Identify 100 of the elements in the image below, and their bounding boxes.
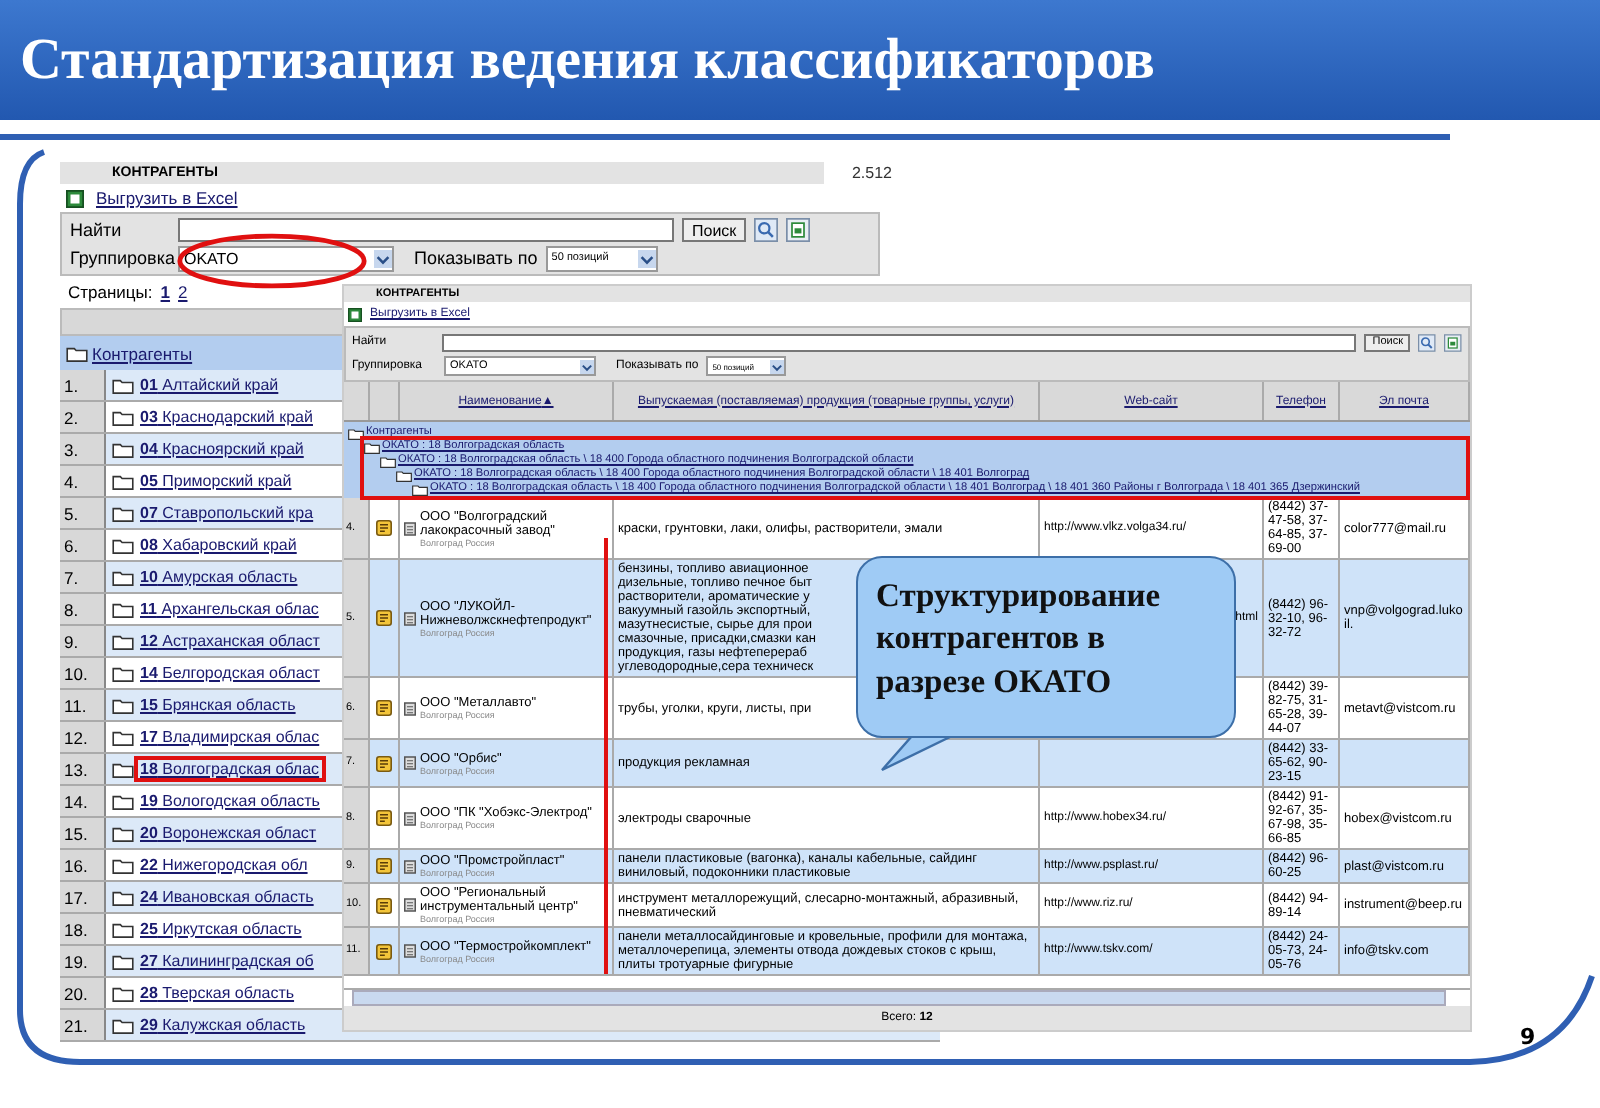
region-link[interactable]: 11 Архангельская облас: [138, 600, 321, 618]
page-link[interactable]: 2: [178, 282, 188, 302]
folder-icon: [112, 761, 134, 777]
edit-icon[interactable]: [376, 520, 392, 536]
caret-icon: [374, 249, 392, 267]
region-link[interactable]: 07 Ставропольский кра: [138, 504, 316, 522]
slide-title: Стандартизация ведения классификаторов: [20, 27, 1155, 93]
row-number: 18.: [60, 914, 104, 944]
row-number: 5.: [60, 498, 104, 528]
search-field[interactable]: [178, 218, 674, 242]
region-link[interactable]: 14 Белгородская област: [138, 664, 322, 682]
folder-icon: [112, 473, 134, 489]
row-number: 14.: [60, 786, 104, 816]
document-icon[interactable]: [404, 756, 416, 770]
folder-icon: [112, 953, 134, 969]
page-link[interactable]: 1: [160, 282, 171, 302]
spreadsheet-icon[interactable]: [66, 189, 84, 207]
document-icon[interactable]: [404, 944, 416, 958]
row-number: 20.: [60, 978, 104, 1008]
field-label: Найти: [70, 220, 124, 240]
region-link[interactable]: 27 Калининградская об: [138, 952, 316, 970]
folder-icon: [112, 377, 134, 393]
edit-icon[interactable]: [376, 943, 392, 959]
folder-icon: [112, 505, 134, 521]
page-number: 9: [1520, 1024, 1536, 1050]
region-link[interactable]: 28 Тверская область: [138, 984, 297, 1002]
region-link[interactable]: 22 Нижегородская обл: [138, 856, 310, 874]
row-number: 6.: [60, 530, 104, 560]
folder-icon: [112, 409, 134, 425]
edit-icon[interactable]: [376, 700, 392, 716]
region-link[interactable]: 15 Брянская область: [138, 696, 298, 714]
folder-icon: [112, 633, 134, 649]
search-button[interactable]: Поиск: [682, 218, 747, 242]
edit-icon[interactable]: [376, 755, 392, 771]
field-label: Показывать по: [414, 248, 538, 268]
row-number: 10.: [60, 658, 104, 688]
row-number: 19.: [60, 946, 104, 976]
folder-icon: [112, 441, 134, 457]
folder-icon: [112, 729, 134, 745]
document-icon[interactable]: [404, 701, 416, 715]
region-link[interactable]: 19 Вологодская область: [138, 792, 322, 810]
region-link[interactable]: 05 Приморский край: [138, 472, 294, 490]
edit-icon[interactable]: [376, 858, 392, 874]
folder-icon: [112, 665, 134, 681]
caret-icon: [637, 249, 656, 267]
edit-icon[interactable]: [376, 897, 392, 913]
folder-icon: [112, 889, 134, 905]
region-link[interactable]: 04 Красноярский край: [138, 440, 306, 458]
search-field[interactable]: [441, 333, 1357, 351]
caret-icon: [580, 359, 594, 373]
row-number: 15.: [60, 818, 104, 848]
save-icon[interactable]: [786, 218, 811, 242]
callout-text: Структурирование контрагентов в разрезе ОКАТО: [876, 574, 1163, 703]
region-link[interactable]: 12 Астраханская област: [138, 632, 322, 650]
folder-icon: [112, 537, 134, 553]
document-icon[interactable]: [404, 811, 416, 825]
document-icon[interactable]: [404, 898, 416, 912]
region-link[interactable]: 29 Калужская область: [138, 1016, 308, 1034]
region-link[interactable]: 10 Амурская область: [138, 568, 300, 586]
spreadsheet-icon[interactable]: [348, 307, 362, 321]
folder-icon: [112, 569, 134, 585]
document-icon[interactable]: [404, 859, 416, 873]
region-link[interactable]: 17 Владимирская облас: [138, 728, 322, 746]
folder-icon: [112, 857, 134, 873]
field-label: Группировка: [70, 248, 170, 268]
folder-icon: [112, 697, 134, 713]
magnifier-icon[interactable]: [1418, 333, 1437, 351]
row-number: 12.: [60, 722, 104, 752]
folder-icon: [112, 985, 134, 1001]
folder-icon: [66, 345, 88, 361]
magnifier-icon[interactable]: [754, 218, 779, 242]
tree-root-link[interactable]: Контрагенты: [92, 343, 193, 363]
record-count: 2.512: [851, 163, 894, 181]
edit-icon[interactable]: [376, 610, 392, 626]
region-link[interactable]: 18 Волгоградская облас: [138, 760, 322, 778]
row-number: 21.: [60, 1010, 104, 1040]
row-number: 3.: [60, 434, 104, 464]
region-link[interactable]: 24 Ивановская область: [138, 888, 316, 906]
document-icon[interactable]: [404, 611, 416, 625]
row-number: 4.: [60, 466, 104, 496]
horizontal-scrollbar[interactable]: [352, 990, 1446, 1006]
save-icon[interactable]: [1444, 333, 1462, 351]
region-link[interactable]: 01 Алтайский край: [138, 376, 281, 394]
row-number: 16.: [60, 850, 104, 880]
folder-icon: [112, 793, 134, 809]
row-number: 2.: [60, 402, 104, 432]
region-link[interactable]: 03 Краснодарский край: [138, 408, 315, 426]
region-link[interactable]: 25 Иркутская область: [138, 920, 304, 938]
export-link[interactable]: Выгрузить в Excel: [96, 188, 238, 208]
row-number: 7.: [60, 562, 104, 592]
folder-icon: [112, 1017, 134, 1033]
row-number: 1.: [60, 370, 104, 400]
row-number: 13.: [60, 754, 104, 784]
region-link[interactable]: 08 Хабаровский край: [138, 536, 299, 554]
folder-icon: [112, 601, 134, 617]
row-number: 8.: [60, 594, 104, 624]
region-link[interactable]: 20 Воронежская област: [138, 824, 319, 842]
grouping-select[interactable]: OKATO: [178, 245, 394, 271]
document-icon[interactable]: [404, 521, 416, 535]
edit-icon[interactable]: [376, 810, 392, 826]
